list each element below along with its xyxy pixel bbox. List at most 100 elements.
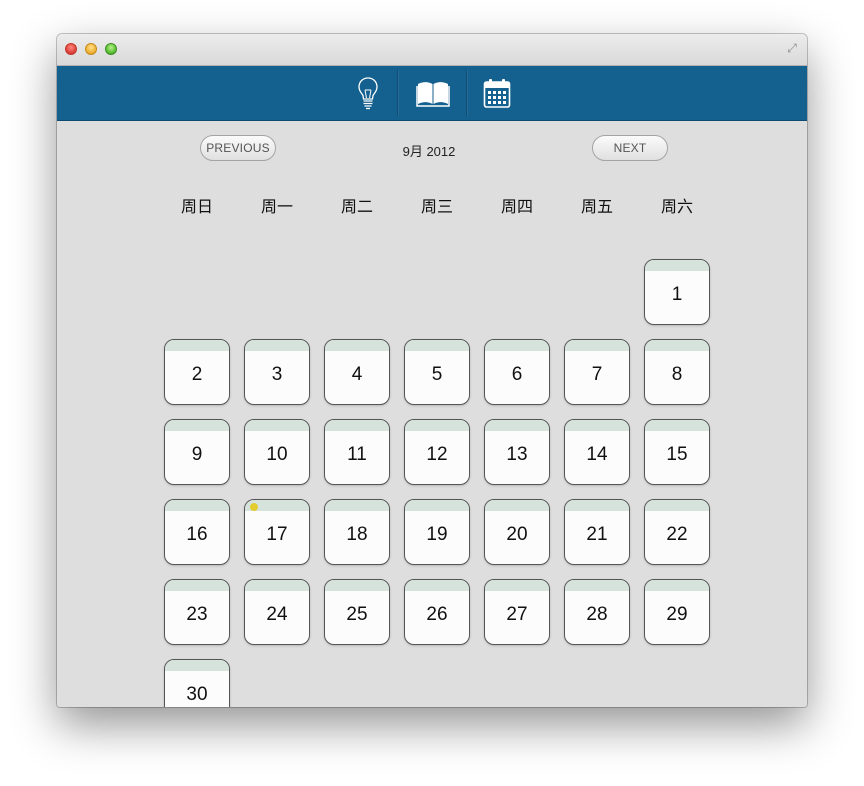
day-cell[interactable]: 14 xyxy=(564,419,630,485)
day-number: 13 xyxy=(506,444,528,465)
day-header-band xyxy=(165,500,229,511)
day-number: 6 xyxy=(511,364,523,385)
day-number: 23 xyxy=(186,604,208,625)
day-header-band xyxy=(645,500,709,511)
weekday-label: 周四 xyxy=(500,197,533,216)
day-cell[interactable]: 16 xyxy=(164,499,230,565)
lightbulb-tab[interactable] xyxy=(333,66,403,120)
day-cell[interactable]: 5 xyxy=(404,339,470,405)
day-header-band xyxy=(405,340,469,351)
day-header-band xyxy=(325,500,389,511)
day-number: 28 xyxy=(586,604,608,625)
next-month-button[interactable]: NEXT xyxy=(592,135,668,161)
day-number: 2 xyxy=(191,364,203,385)
weekday-label: 周六 xyxy=(660,197,693,216)
day-header-band xyxy=(245,420,309,431)
fullscreen-icon[interactable]: ⤢ xyxy=(785,41,799,55)
weekday-label: 周三 xyxy=(420,197,453,216)
day-cell[interactable]: 3 xyxy=(244,339,310,405)
title-bar: ⤢ xyxy=(57,34,807,66)
day-cell[interactable]: 24 xyxy=(244,579,310,645)
day-cell[interactable]: 21 xyxy=(564,499,630,565)
calendar-icon xyxy=(483,79,511,108)
day-header-band xyxy=(485,500,549,511)
day-cell[interactable]: 10 xyxy=(244,419,310,485)
day-header-band xyxy=(325,340,389,351)
day-header-band xyxy=(325,420,389,431)
day-header-band xyxy=(565,500,629,511)
day-cell[interactable]: 6 xyxy=(484,339,550,405)
event-dot-icon xyxy=(250,503,258,511)
day-number: 25 xyxy=(346,604,368,625)
day-cell[interactable]: 9 xyxy=(164,419,230,485)
day-header-band xyxy=(565,580,629,591)
day-number: 5 xyxy=(431,364,443,385)
day-cell[interactable]: 29 xyxy=(644,579,710,645)
book-icon xyxy=(416,82,450,107)
day-number: 8 xyxy=(671,364,683,385)
day-header-band xyxy=(245,580,309,591)
day-number: 3 xyxy=(271,364,283,385)
day-header-band xyxy=(165,420,229,431)
day-number: 21 xyxy=(586,524,608,545)
day-header-band xyxy=(645,580,709,591)
day-cell[interactable]: 1 xyxy=(644,259,710,325)
day-header-band xyxy=(565,340,629,351)
day-number: 17 xyxy=(266,524,288,545)
close-window-button[interactable] xyxy=(65,43,77,55)
day-cell[interactable]: 26 xyxy=(404,579,470,645)
weekday-label: 周五 xyxy=(580,197,613,216)
zoom-window-button[interactable] xyxy=(105,43,117,55)
day-header-band xyxy=(485,580,549,591)
book-tab[interactable] xyxy=(398,66,468,120)
day-cell[interactable]: 25 xyxy=(324,579,390,645)
day-cell[interactable]: 22 xyxy=(644,499,710,565)
day-header-band xyxy=(485,420,549,431)
day-header-band xyxy=(565,420,629,431)
day-cell[interactable]: 12 xyxy=(404,419,470,485)
minimize-window-button[interactable] xyxy=(85,43,97,55)
day-number: 14 xyxy=(586,444,608,465)
day-cell[interactable]: 28 xyxy=(564,579,630,645)
day-cell[interactable]: 17 xyxy=(244,499,310,565)
day-cell[interactable]: 18 xyxy=(324,499,390,565)
day-cell[interactable]: 23 xyxy=(164,579,230,645)
day-cell[interactable]: 13 xyxy=(484,419,550,485)
day-header-band xyxy=(645,340,709,351)
calendar-tab[interactable] xyxy=(462,66,532,120)
weekday-label: 周一 xyxy=(260,197,293,216)
day-header-band xyxy=(645,260,709,271)
day-cell[interactable]: 27 xyxy=(484,579,550,645)
day-number: 22 xyxy=(666,524,688,545)
day-cell[interactable]: 15 xyxy=(644,419,710,485)
weekday-label: 周二 xyxy=(340,197,373,216)
day-number: 1 xyxy=(671,284,683,305)
day-number: 27 xyxy=(506,604,528,625)
day-header-band xyxy=(325,580,389,591)
day-cell[interactable]: 7 xyxy=(564,339,630,405)
day-cell[interactable]: 19 xyxy=(404,499,470,565)
day-number: 15 xyxy=(666,444,688,465)
day-header-band xyxy=(165,340,229,351)
day-cell[interactable]: 11 xyxy=(324,419,390,485)
day-header-band xyxy=(405,500,469,511)
weekday-label: 周日 xyxy=(180,197,213,216)
previous-month-button[interactable]: PREVIOUS xyxy=(200,135,276,161)
day-number: 18 xyxy=(346,524,368,545)
day-number: 26 xyxy=(426,604,448,625)
day-number: 9 xyxy=(191,444,203,465)
calendar-content: PREVIOUS 9月 2012 NEXT 周日 周一 周二 周三 周四 周五 … xyxy=(57,121,807,707)
day-cell[interactable]: 8 xyxy=(644,339,710,405)
month-title: 9月 2012 xyxy=(402,144,456,159)
day-header-band xyxy=(405,580,469,591)
day-header-band xyxy=(405,420,469,431)
day-cell[interactable]: 4 xyxy=(324,339,390,405)
day-number: 12 xyxy=(426,444,448,465)
day-cell[interactable]: 2 xyxy=(164,339,230,405)
day-cell[interactable]: 30 xyxy=(164,659,230,707)
day-header-band xyxy=(165,580,229,591)
day-header-band xyxy=(165,660,229,671)
lightbulb-icon xyxy=(358,77,378,110)
day-number: 24 xyxy=(266,604,288,625)
day-cell[interactable]: 20 xyxy=(484,499,550,565)
